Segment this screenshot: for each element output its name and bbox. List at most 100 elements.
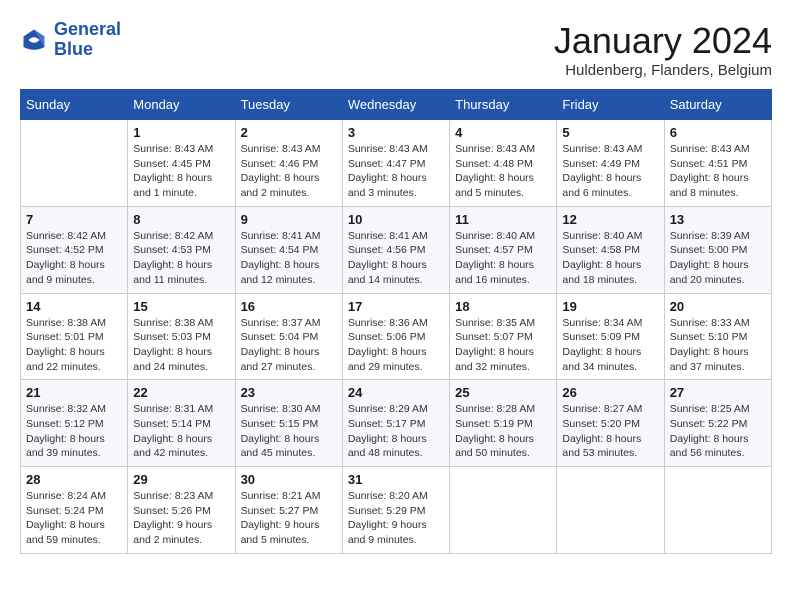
calendar-cell: 4 Sunrise: 8:43 AM Sunset: 4:48 PM Daylig… — [450, 120, 557, 207]
calendar-cell: 2 Sunrise: 8:43 AM Sunset: 4:46 PM Daylig… — [235, 120, 342, 207]
day-number: 19 — [562, 299, 658, 314]
calendar-cell: 28Sunrise: 8:24 AM Sunset: 5:24 PM Dayli… — [21, 467, 128, 554]
calendar-week-3: 14 Sunrise: 8:38 AM Sunset: 5:01 PM Dayli… — [21, 293, 772, 380]
day-info: Sunrise: 8:33 AM Sunset: 5:10 PM Dayligh… — [670, 316, 766, 375]
day-info: Sunrise: 8:29 AM Sunset: 5:17 PM Dayligh… — [348, 402, 444, 461]
day-info: Sunrise: 8:42 AM Sunset: 4:52 PM Dayligh… — [26, 229, 122, 288]
day-info: Sunrise: 8:21 AM Sunset: 5:27 PM Dayligh… — [241, 489, 337, 548]
day-info: Sunrise: 8:27 AM Sunset: 5:20 PM Dayligh… — [562, 402, 658, 461]
day-number: 21 — [26, 385, 122, 400]
day-info: Sunrise: 8:35 AM Sunset: 5:07 PM Dayligh… — [455, 316, 551, 375]
day-number: 3 — [348, 125, 444, 140]
day-number: 14 — [26, 299, 122, 314]
day-number: 8 — [133, 212, 229, 227]
day-number: 9 — [241, 212, 337, 227]
day-info: Sunrise: 8:34 AM Sunset: 5:09 PM Dayligh… — [562, 316, 658, 375]
calendar-cell: 18Sunrise: 8:35 AM Sunset: 5:07 PM Dayli… — [450, 293, 557, 380]
day-number: 25 — [455, 385, 551, 400]
day-number: 16 — [241, 299, 337, 314]
calendar-cell — [450, 467, 557, 554]
calendar-cell: 23 Sunrise: 8:30 AM Sunset: 5:15 PM Dayli… — [235, 380, 342, 467]
location: Huldenberg, Flanders, Belgium — [554, 62, 772, 79]
calendar-table: SundayMondayTuesdayWednesdayThursdayFrid… — [20, 89, 772, 554]
calendar-cell — [664, 467, 771, 554]
day-number: 5 — [562, 125, 658, 140]
day-header-friday: Friday — [557, 90, 664, 120]
calendar-cell: 25 Sunrise: 8:28 AM Sunset: 5:19 PM Dayli… — [450, 380, 557, 467]
calendar-cell: 29Sunrise: 8:23 AM Sunset: 5:26 PM Dayli… — [128, 467, 235, 554]
logo: General Blue — [20, 20, 121, 60]
calendar-cell: 17Sunrise: 8:36 AM Sunset: 5:06 PM Dayli… — [342, 293, 449, 380]
day-info: Sunrise: 8:43 AM Sunset: 4:45 PM Dayligh… — [133, 142, 229, 201]
calendar-cell: 6 Sunrise: 8:43 AM Sunset: 4:51 PM Daylig… — [664, 120, 771, 207]
day-info: Sunrise: 8:31 AM Sunset: 5:14 PM Dayligh… — [133, 402, 229, 461]
calendar-cell: 5Sunrise: 8:43 AM Sunset: 4:49 PM Daylig… — [557, 120, 664, 207]
day-number: 24 — [348, 385, 444, 400]
day-header-thursday: Thursday — [450, 90, 557, 120]
day-info: Sunrise: 8:41 AM Sunset: 4:56 PM Dayligh… — [348, 229, 444, 288]
day-info: Sunrise: 8:43 AM Sunset: 4:51 PM Dayligh… — [670, 142, 766, 201]
day-info: Sunrise: 8:32 AM Sunset: 5:12 PM Dayligh… — [26, 402, 122, 461]
logo-line2: Blue — [54, 39, 93, 59]
calendar-cell: 9 Sunrise: 8:41 AM Sunset: 4:54 PM Daylig… — [235, 206, 342, 293]
calendar-cell: 22Sunrise: 8:31 AM Sunset: 5:14 PM Dayli… — [128, 380, 235, 467]
day-number: 17 — [348, 299, 444, 314]
day-header-saturday: Saturday — [664, 90, 771, 120]
day-number: 11 — [455, 212, 551, 227]
day-number: 30 — [241, 472, 337, 487]
calendar-cell: 14 Sunrise: 8:38 AM Sunset: 5:01 PM Dayli… — [21, 293, 128, 380]
calendar-cell: 19 Sunrise: 8:34 AM Sunset: 5:09 PM Dayli… — [557, 293, 664, 380]
calendar-cell: 13Sunrise: 8:39 AM Sunset: 5:00 PM Dayli… — [664, 206, 771, 293]
day-number: 12 — [562, 212, 658, 227]
calendar-cell: 10 Sunrise: 8:41 AM Sunset: 4:56 PM Dayli… — [342, 206, 449, 293]
calendar-cell: 21 Sunrise: 8:32 AM Sunset: 5:12 PM Dayli… — [21, 380, 128, 467]
day-header-tuesday: Tuesday — [235, 90, 342, 120]
calendar-cell: 1 Sunrise: 8:43 AM Sunset: 4:45 PM Daylig… — [128, 120, 235, 207]
day-info: Sunrise: 8:43 AM Sunset: 4:46 PM Dayligh… — [241, 142, 337, 201]
month-title: January 2024 — [554, 20, 772, 62]
calendar-cell — [21, 120, 128, 207]
day-number: 27 — [670, 385, 766, 400]
calendar-cell: 8 Sunrise: 8:42 AM Sunset: 4:53 PM Daylig… — [128, 206, 235, 293]
day-number: 6 — [670, 125, 766, 140]
calendar-cell: 30 Sunrise: 8:21 AM Sunset: 5:27 PM Dayli… — [235, 467, 342, 554]
calendar-cell: 11 Sunrise: 8:40 AM Sunset: 4:57 PM Dayli… — [450, 206, 557, 293]
calendar-week-4: 21 Sunrise: 8:32 AM Sunset: 5:12 PM Dayli… — [21, 380, 772, 467]
day-info: Sunrise: 8:38 AM Sunset: 5:03 PM Dayligh… — [133, 316, 229, 375]
day-info: Sunrise: 8:37 AM Sunset: 5:04 PM Dayligh… — [241, 316, 337, 375]
day-number: 4 — [455, 125, 551, 140]
day-header-wednesday: Wednesday — [342, 90, 449, 120]
calendar-cell: 3 Sunrise: 8:43 AM Sunset: 4:47 PM Daylig… — [342, 120, 449, 207]
day-number: 10 — [348, 212, 444, 227]
day-info: Sunrise: 8:30 AM Sunset: 5:15 PM Dayligh… — [241, 402, 337, 461]
calendar-cell: 16 Sunrise: 8:37 AM Sunset: 5:04 PM Dayli… — [235, 293, 342, 380]
day-number: 2 — [241, 125, 337, 140]
day-info: Sunrise: 8:28 AM Sunset: 5:19 PM Dayligh… — [455, 402, 551, 461]
day-number: 7 — [26, 212, 122, 227]
calendar-week-5: 28Sunrise: 8:24 AM Sunset: 5:24 PM Dayli… — [21, 467, 772, 554]
day-number: 23 — [241, 385, 337, 400]
day-info: Sunrise: 8:42 AM Sunset: 4:53 PM Dayligh… — [133, 229, 229, 288]
calendar-cell: 7 Sunrise: 8:42 AM Sunset: 4:52 PM Daylig… — [21, 206, 128, 293]
calendar-cell: 31Sunrise: 8:20 AM Sunset: 5:29 PM Dayli… — [342, 467, 449, 554]
day-info: Sunrise: 8:43 AM Sunset: 4:48 PM Dayligh… — [455, 142, 551, 201]
day-info: Sunrise: 8:20 AM Sunset: 5:29 PM Dayligh… — [348, 489, 444, 548]
logo-icon — [20, 26, 48, 54]
day-header-monday: Monday — [128, 90, 235, 120]
calendar-cell: 24 Sunrise: 8:29 AM Sunset: 5:17 PM Dayli… — [342, 380, 449, 467]
day-header-sunday: Sunday — [21, 90, 128, 120]
day-info: Sunrise: 8:38 AM Sunset: 5:01 PM Dayligh… — [26, 316, 122, 375]
calendar-cell: 27 Sunrise: 8:25 AM Sunset: 5:22 PM Dayli… — [664, 380, 771, 467]
day-number: 29 — [133, 472, 229, 487]
day-number: 28 — [26, 472, 122, 487]
day-number: 26 — [562, 385, 658, 400]
day-info: Sunrise: 8:25 AM Sunset: 5:22 PM Dayligh… — [670, 402, 766, 461]
day-info: Sunrise: 8:43 AM Sunset: 4:47 PM Dayligh… — [348, 142, 444, 201]
calendar-header-row: SundayMondayTuesdayWednesdayThursdayFrid… — [21, 90, 772, 120]
day-number: 1 — [133, 125, 229, 140]
day-info: Sunrise: 8:40 AM Sunset: 4:57 PM Dayligh… — [455, 229, 551, 288]
day-number: 20 — [670, 299, 766, 314]
calendar-cell: 26 Sunrise: 8:27 AM Sunset: 5:20 PM Dayli… — [557, 380, 664, 467]
day-info: Sunrise: 8:41 AM Sunset: 4:54 PM Dayligh… — [241, 229, 337, 288]
day-number: 15 — [133, 299, 229, 314]
